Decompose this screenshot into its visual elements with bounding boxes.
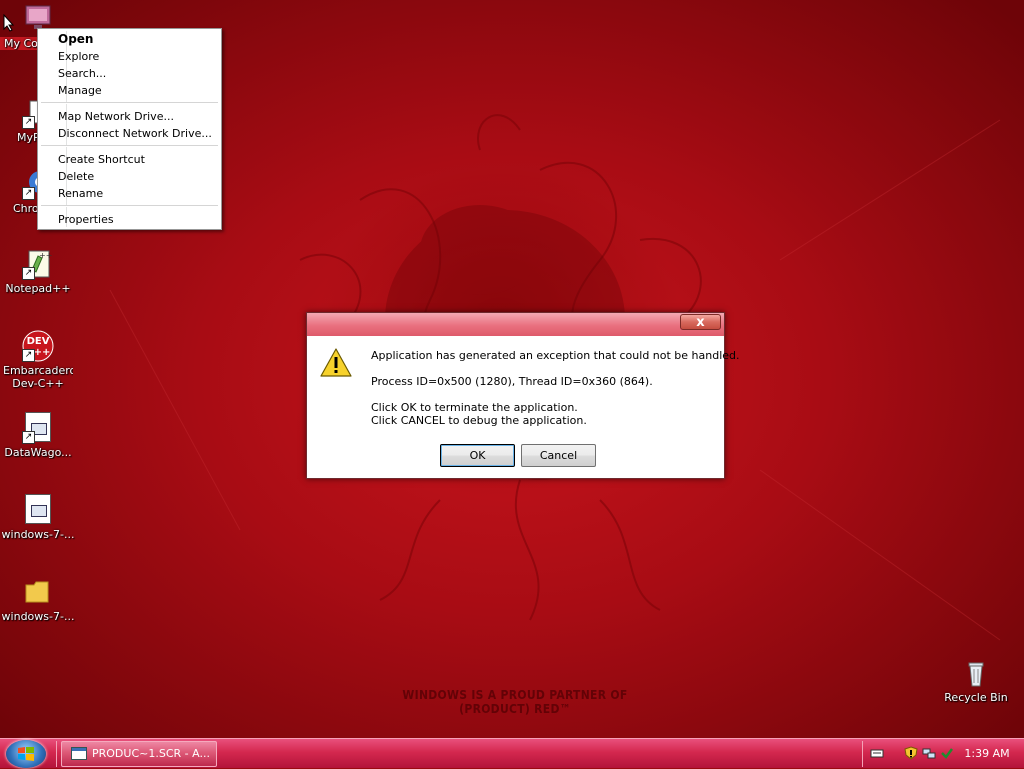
menu-item-properties[interactable]: Properties [40,211,219,228]
desktop-icon-recycle-bin[interactable]: Recycle Bin [937,657,1015,704]
desktop-icon-windows-7-folder[interactable]: windows-7-... [0,576,76,623]
context-menu: Open Explore Search... Manage Map Networ… [37,28,222,230]
devcpp-icon: DEV ++ ↗ [22,330,54,362]
menu-item-disconnect-network-drive[interactable]: Disconnect Network Drive... [40,125,219,142]
desktop-icon-label: Embarcadero Dev-C++ [3,364,73,390]
dialog-close-button[interactable]: x [680,314,721,330]
menu-separator [41,102,218,104]
desktop-icon-datawago[interactable]: ↗ DataWago... [0,412,76,459]
taskbar: PRODUC~1.SCR - A... 1:39 AM [0,738,1024,768]
menu-item-search[interactable]: Search... [40,65,219,82]
shortcut-arrow-icon: ↗ [22,187,35,200]
devcpp-icon-text: DEV [27,336,50,347]
desktop-icon-devcpp[interactable]: DEV ++ ↗ Embarcadero Dev-C++ [0,330,76,390]
shortcut-arrow-icon: ↗ [22,431,35,444]
folder-icon [22,576,54,608]
cancel-button[interactable]: Cancel [521,444,596,467]
start-button[interactable] [6,740,46,768]
dialog-titlebar[interactable]: x [307,313,724,336]
file-icon: ↗ [22,412,54,444]
desktop-icon-label: My Co [0,37,38,50]
desktop: WINDOWS IS A PROUD PARTNER OF (PRODUCT) … [0,0,1024,738]
dialog-message-line: Click CANCEL to debug the application. [371,414,587,427]
desktop-icon-label: DataWago... [4,446,72,459]
menu-separator [41,205,218,207]
menu-item-manage[interactable]: Manage [40,82,219,99]
menu-item-explore[interactable]: Explore [40,48,219,65]
dialog-body: Application has generated an exception t… [308,337,740,477]
svg-text:++: ++ [39,251,52,260]
devcpp-icon-text-plus: ++ [34,347,51,358]
taskbar-item-produc-scr[interactable]: PRODUC~1.SCR - A... [61,741,217,767]
menu-item-map-network-drive[interactable]: Map Network Drive... [40,108,219,125]
shortcut-arrow-icon: ↗ [22,116,35,129]
menu-item-delete[interactable]: Delete [40,168,219,185]
notepad-plus-plus-icon: ++ ↗ [22,248,54,280]
windows-start-orb-icon [18,747,34,761]
shortcut-arrow-icon: ↗ [22,349,35,362]
desktop-icon-windows-7-file[interactable]: windows-7-... [0,494,76,541]
dialog-message-line: Process ID=0x500 (1280), Thread ID=0x360… [371,375,653,388]
taskbar-separator [862,741,863,767]
desktop-icon-label: windows-7-... [1,610,75,623]
keyboard-icon[interactable] [870,746,884,760]
menu-item-create-shortcut[interactable]: Create Shortcut [40,151,219,168]
desktop-icon-label: Recycle Bin [944,691,1008,704]
desktop-icon-label: Notepad++ [5,282,71,295]
taskbar-clock[interactable]: 1:39 AM [962,739,1012,769]
taskbar-item-label: PRODUC~1.SCR - A... [92,747,210,760]
ok-button[interactable]: OK [440,444,515,467]
dialog-message-line: Click OK to terminate the application. [371,401,578,414]
exception-dialog: x Application has generated an exception… [306,312,740,479]
network-icon[interactable] [922,746,936,760]
mouse-cursor-icon [3,14,15,32]
warning-icon [320,348,352,377]
taskbar-separator [56,741,57,767]
menu-separator [41,145,218,147]
application-window-icon [71,747,87,760]
security-shield-icon[interactable] [904,746,918,760]
menu-item-rename[interactable]: Rename [40,185,219,202]
shortcut-arrow-icon: ↗ [22,267,35,280]
menu-item-open[interactable]: Open [40,31,219,48]
desktop-icon-notepad-plus-plus[interactable]: ++ ↗ Notepad++ [0,248,76,295]
dialog-message-line: Application has generated an exception t… [371,349,740,362]
file-icon [22,494,54,526]
desktop-icon-label: windows-7-... [1,528,75,541]
update-icon[interactable] [940,746,954,760]
wallpaper-watermark-text: WINDOWS IS A PROUD PARTNER OF (PRODUCT) … [402,688,628,716]
recycle-bin-icon [960,657,992,689]
